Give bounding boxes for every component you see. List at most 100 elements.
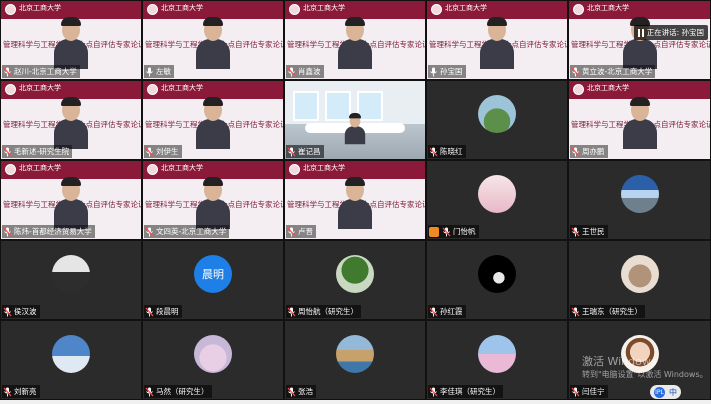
participant-video-figure <box>196 177 230 229</box>
mic-muted-icon <box>145 307 154 317</box>
participant-name-label: 孙红霞 <box>428 305 466 318</box>
school-seal-icon <box>5 4 16 15</box>
mic-muted-icon <box>145 227 154 237</box>
banner-school-name: 北京工商大学 <box>161 84 203 92</box>
banner-school-name: 北京工商大学 <box>303 4 345 12</box>
participant-tile[interactable]: 北京工商大学管理科学与工程学科博士点自评估专家论证会陈炜-首都经济贸易大学 <box>0 160 142 240</box>
participant-tile[interactable]: 北京工商大学管理科学与工程学科博士点自评估专家论证会文四英-北京工商大学 <box>142 160 284 240</box>
ime-indicator[interactable]: IPL 中 <box>650 385 681 399</box>
participant-tile[interactable]: 李佳琪（研究生） <box>426 320 568 400</box>
school-seal-icon <box>573 4 584 15</box>
banner-school-name: 北京工商大学 <box>161 164 203 172</box>
participant-name-label: 段晨明 <box>144 305 182 318</box>
avatar <box>52 335 90 373</box>
participant-tile[interactable]: 王世民 <box>568 160 711 240</box>
participant-name: 卢晋 <box>298 227 313 236</box>
participant-name-label: 陈晓红 <box>428 145 466 158</box>
participant-name: 王世民 <box>582 227 605 236</box>
banner-school-name: 北京工商大学 <box>587 84 629 92</box>
avatar <box>620 175 659 213</box>
participant-tile[interactable]: 北京工商大学管理科学与工程学科博士点自评估专家论证会刘伊生 <box>142 80 284 160</box>
mic-muted-icon <box>3 147 12 157</box>
participant-tile[interactable]: 门怡帆 <box>426 160 568 240</box>
mic-muted-icon <box>287 67 296 77</box>
audio-level-icon <box>637 28 644 37</box>
participant-tile[interactable]: 北京工商大学管理科学与工程学科博士点自评估专家论证会周亦鹏 <box>568 80 711 160</box>
speaking-indicator: 正在讲话: 孙宝国 <box>633 25 708 40</box>
participant-name-label: 陈炜-首都经济贸易大学 <box>2 225 95 238</box>
mic-muted-icon <box>429 147 438 157</box>
participant-tile[interactable]: 侯汉波 <box>0 240 142 320</box>
school-seal-icon <box>289 4 300 15</box>
participant-tile[interactable]: 晨明 段晨明 <box>142 240 284 320</box>
avatar <box>478 255 516 293</box>
orange-user-icon <box>429 226 439 237</box>
participant-name-label: 李佳琪（研究生） <box>428 385 503 398</box>
school-seal-icon <box>147 84 158 95</box>
participant-name-label: 刘新亮 <box>2 385 40 398</box>
participant-name: 门怡帆 <box>453 227 476 236</box>
participant-tile[interactable]: 马然（研究生） <box>142 320 284 400</box>
mic-muted-icon <box>287 307 296 317</box>
participant-name: 崔记昌 <box>298 147 321 156</box>
participant-name-label: 崔记昌 <box>286 145 324 158</box>
avatar <box>52 255 90 293</box>
bottom-strip <box>0 400 711 404</box>
avatar <box>194 335 232 373</box>
mic-muted-icon <box>571 227 580 237</box>
ime-mode[interactable]: 中 <box>669 387 677 398</box>
mic-muted-icon <box>429 387 438 397</box>
participant-tile[interactable]: 北京工商大学管理科学与工程学科博士点自评估专家论证会卢晋 <box>284 160 426 240</box>
mic-muted-icon <box>287 147 296 157</box>
participant-tile[interactable]: 北京工商大学管理科学与工程学科博士点自评估专家论证会赵川-北京工商大学 <box>0 0 142 80</box>
participant-tile[interactable]: 崔记昌 <box>284 80 426 160</box>
mic-muted-icon <box>3 307 12 317</box>
mic-icon <box>145 67 154 77</box>
mic-muted-icon <box>571 387 580 397</box>
participant-grid: 北京工商大学管理科学与工程学科博士点自评估专家论证会赵川-北京工商大学北京工商大… <box>0 0 711 400</box>
participant-tile[interactable]: 周怡航（研究生） <box>284 240 426 320</box>
participant-name-label: 文四英-北京工商大学 <box>144 225 230 238</box>
participant-tile[interactable]: 陈晓红 <box>426 80 568 160</box>
participant-name-label: 刘伊生 <box>144 145 182 158</box>
avatar <box>478 335 516 373</box>
participant-name: 陈晓红 <box>440 147 463 156</box>
participant-name-label: 闫佳宁 <box>570 385 608 398</box>
watermark-line2: 转到"电脑设置"以激活 Windows。 <box>582 370 708 379</box>
mic-muted-icon <box>145 387 154 397</box>
participant-name: 王瑞东（研究生） <box>582 307 642 316</box>
participant-name-label: 赵川-北京工商大学 <box>2 65 80 78</box>
avatar <box>478 95 516 133</box>
school-seal-icon <box>147 164 158 175</box>
mic-muted-icon <box>145 147 154 157</box>
school-seal-icon <box>289 164 300 175</box>
participant-tile[interactable]: 孙红霞 <box>426 240 568 320</box>
participant-tile[interactable]: 王瑞东（研究生） <box>568 240 711 320</box>
mic-muted-icon <box>571 67 580 77</box>
participant-name-label: 门怡帆 <box>428 225 479 238</box>
participant-tile[interactable]: 北京工商大学管理科学与工程学科博士点自评估专家论证会黄立波-北京工商大学正在讲话… <box>568 0 711 80</box>
banner-school-name: 北京工商大学 <box>19 84 61 92</box>
mic-muted-icon <box>287 387 296 397</box>
participant-name: 毛新述-研究生院 <box>14 147 70 156</box>
participant-tile[interactable]: 北京工商大学管理科学与工程学科博士点自评估专家论证会毛新述-研究生院 <box>0 80 142 160</box>
mic-muted-icon <box>3 67 12 77</box>
participant-name: 文四英-北京工商大学 <box>156 227 227 236</box>
participant-name: 李佳琪（研究生） <box>440 387 500 396</box>
banner-school-name: 北京工商大学 <box>19 4 61 12</box>
participant-tile[interactable]: 北京工商大学管理科学与工程学科博士点自评估专家论证会肖鑫波 <box>284 0 426 80</box>
participant-name-label: 王世民 <box>570 225 608 238</box>
participant-video-figure <box>196 17 230 69</box>
school-seal-icon <box>5 84 16 95</box>
participant-tile[interactable]: 张浩 <box>284 320 426 400</box>
participant-tile[interactable]: 刘新亮 <box>0 320 142 400</box>
participant-name: 刘新亮 <box>14 387 37 396</box>
participant-tile[interactable]: 北京工商大学管理科学与工程学科博士点自评估专家论证会孙宝国 <box>426 0 568 80</box>
participant-tile[interactable]: 北京工商大学管理科学与工程学科博士点自评估专家论证会左敏 <box>142 0 284 80</box>
participant-name: 赵川-北京工商大学 <box>14 67 77 76</box>
banner-school-name: 北京工商大学 <box>161 4 203 12</box>
participant-video-figure <box>54 177 88 229</box>
participant-name: 张浩 <box>298 387 313 396</box>
avatar <box>478 175 516 213</box>
banner-school-name: 北京工商大学 <box>19 164 61 172</box>
